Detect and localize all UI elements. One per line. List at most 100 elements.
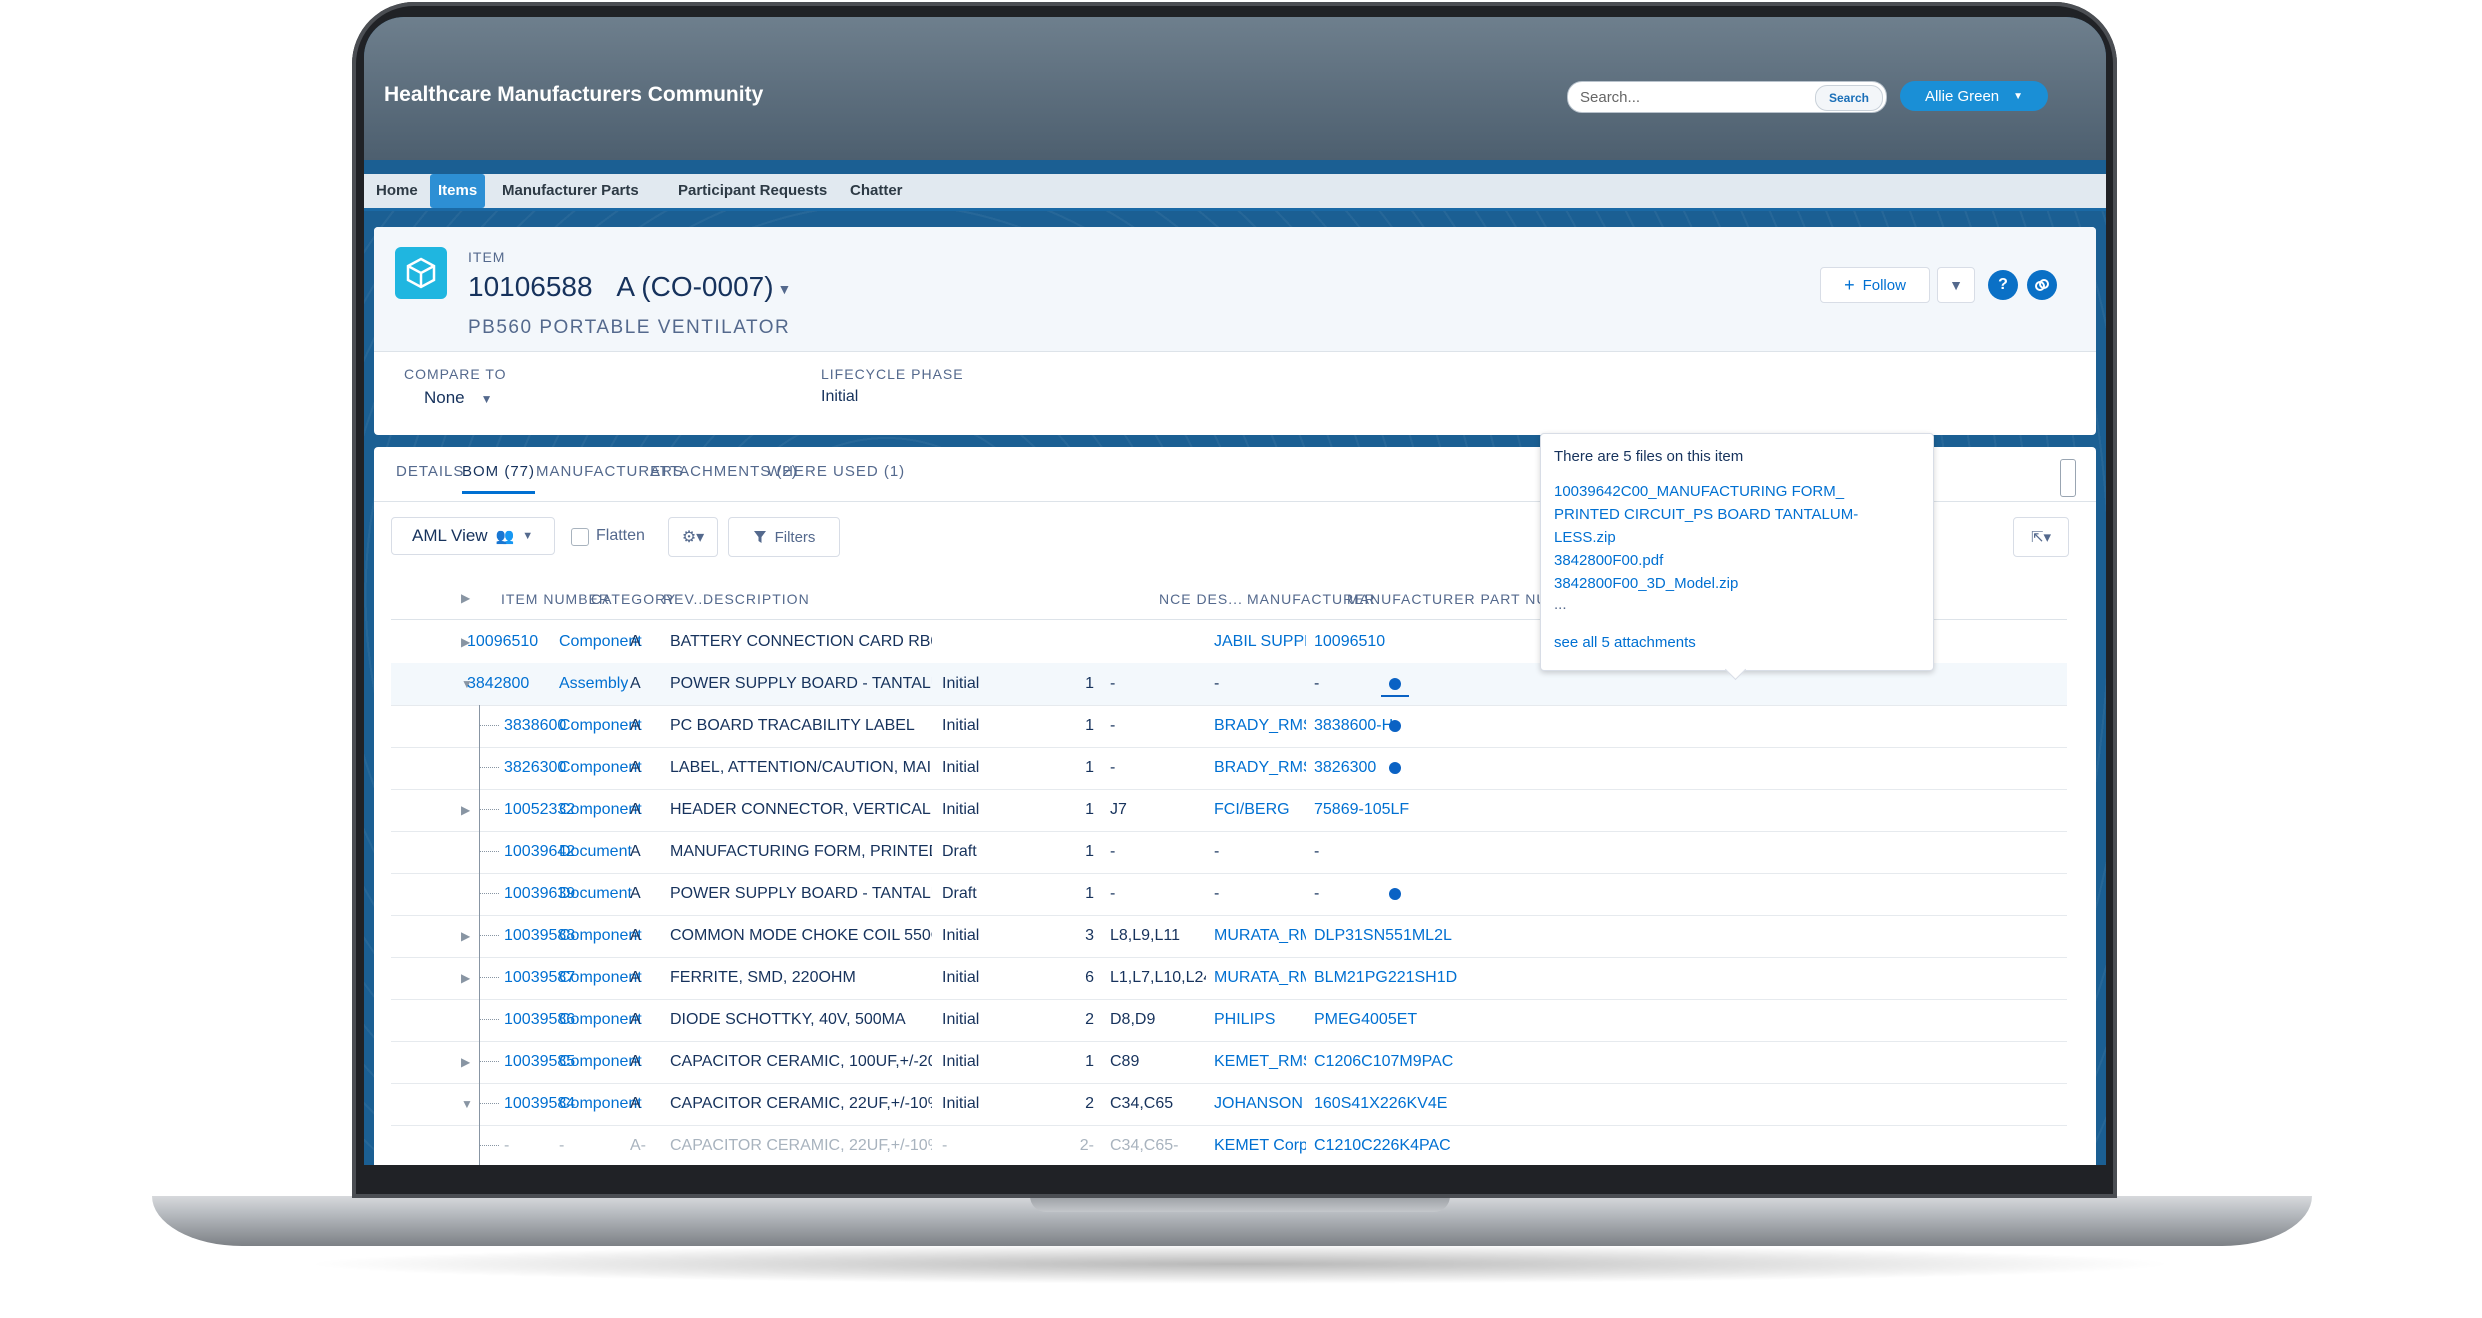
manufacturer-link[interactable]: KEMET Corporati... bbox=[1214, 1137, 1306, 1155]
manufacturer-part-number-link[interactable]: 3838600-H bbox=[1314, 717, 1393, 735]
tree-line bbox=[479, 705, 480, 747]
expand-icon[interactable]: ▶ bbox=[461, 803, 470, 817]
table-row[interactable]: 3838600 Component A PC BOARD TRACABILITY LA… bbox=[391, 705, 2067, 748]
revision-cell: A bbox=[630, 759, 641, 776]
manufacturer-part-number-link[interactable]: C1206C107M9PAC bbox=[1314, 1053, 1453, 1071]
attachment-indicator-icon[interactable] bbox=[1389, 888, 1401, 900]
attachment-link[interactable]: 3842800F00.pdf bbox=[1554, 549, 1884, 572]
item-number-link[interactable]: 3842800 bbox=[467, 675, 529, 693]
manufacturer-link[interactable]: BRADY_RMS1 bbox=[1214, 759, 1306, 777]
search-input[interactable] bbox=[1580, 87, 1800, 107]
table-row[interactable]: ▶ 10039588 Component A COMMON MODE CHOKE COI… bbox=[391, 915, 2067, 958]
description-cell: COMMON MODE CHOKE COIL 550OHM bbox=[670, 927, 932, 944]
search-button[interactable]: Search bbox=[1815, 85, 1883, 111]
reference-designator-cell: - bbox=[1110, 675, 1116, 692]
tree-line bbox=[479, 1041, 480, 1083]
table-row[interactable]: --A-CAPACITOR CERAMIC, 22UF,+/-10%,16V--… bbox=[391, 1125, 2067, 1165]
more-files-ellipsis: ... bbox=[1554, 596, 1567, 613]
attachment-indicator-icon[interactable] bbox=[1389, 720, 1401, 732]
compare-to-label: COMPARE TO bbox=[404, 366, 507, 382]
tree-branch bbox=[479, 1103, 499, 1104]
manufacturer-part-number-link[interactable]: BLM21PG221SH1D bbox=[1314, 969, 1457, 987]
laptop-screen: Healthcare Manufacturers Community Searc… bbox=[364, 17, 2106, 1165]
manufacturer-link[interactable]: FCI/BERG bbox=[1214, 801, 1306, 819]
table-row[interactable]: 3826300 Component A LABEL, ATTENTION/CAUTIO… bbox=[391, 747, 2067, 790]
tab-bom[interactable]: BOM (77) bbox=[462, 463, 536, 494]
column-revision[interactable]: REV... bbox=[663, 591, 708, 607]
sync-button[interactable] bbox=[2027, 270, 2057, 300]
compare-to-select[interactable]: None ▼ bbox=[424, 388, 493, 408]
filters-label: Filters bbox=[774, 528, 816, 546]
table-row[interactable]: ▼ 10039584 Component A CAPACITOR CERAMIC, 22… bbox=[391, 1083, 2067, 1126]
more-actions-button[interactable]: ▼ bbox=[1937, 267, 1975, 303]
attachment-link[interactable]: 3842800F00_3D_Model.zip bbox=[1554, 572, 1884, 595]
manufacturer-part-number-link[interactable]: C1210C226K4PAC bbox=[1314, 1137, 1451, 1155]
gear-icon: ⚙▾ bbox=[681, 529, 705, 546]
manufacturer-part-number-link[interactable]: PMEG4005ET bbox=[1314, 1011, 1417, 1029]
manufacturer-link[interactable]: MURATA_RMS1 bbox=[1214, 927, 1306, 945]
table-row[interactable]: 10039586 Component A DIODE SCHOTTKY, 40V, 5… bbox=[391, 999, 2067, 1042]
flatten-checkbox[interactable] bbox=[571, 528, 589, 546]
manufacturer-part-number-link: - bbox=[1314, 843, 1320, 860]
attachment-indicator-icon[interactable] bbox=[1389, 762, 1401, 774]
item-number-link[interactable]: 3838600 bbox=[504, 717, 566, 735]
expand-icon[interactable]: ▶ bbox=[461, 1055, 470, 1069]
manufacturer-link[interactable]: KEMET_RMS1 bbox=[1214, 1053, 1306, 1071]
column-description[interactable]: DESCRIPTION bbox=[703, 591, 810, 607]
export-button[interactable]: ⇱▾ bbox=[2013, 517, 2069, 557]
category-link[interactable]: Document bbox=[559, 843, 632, 861]
nav-chatter[interactable]: Chatter bbox=[842, 174, 911, 208]
manufacturer-link[interactable]: BRADY_RMS1 bbox=[1214, 717, 1306, 735]
nav-manufacturer-parts[interactable]: Manufacturer Parts bbox=[494, 174, 647, 208]
settings-button[interactable]: ⚙▾ bbox=[668, 517, 718, 557]
cube-icon bbox=[395, 247, 447, 299]
quantity-cell: 1 bbox=[1085, 675, 1094, 692]
see-all-attachments-link[interactable]: see all 5 attachments bbox=[1554, 634, 1696, 651]
nav-participant-requests[interactable]: Participant Requests bbox=[670, 174, 835, 208]
user-menu-button[interactable]: Allie Green ▼ bbox=[1900, 81, 2048, 111]
item-number-link[interactable]: 3826300 bbox=[504, 759, 566, 777]
manufacturer-part-number-link[interactable]: 160S41X226KV4E bbox=[1314, 1095, 1447, 1113]
quantity-cell: 6 bbox=[1085, 969, 1094, 986]
reference-designator-cell: - bbox=[1110, 885, 1116, 902]
help-button[interactable]: ? bbox=[1988, 270, 2018, 300]
follow-button[interactable]: + Follow bbox=[1820, 267, 1930, 303]
revision-selector[interactable]: A (CO-0007) ▼ bbox=[616, 271, 791, 302]
expand-all-icon[interactable]: ▶ bbox=[461, 591, 470, 605]
nav-home[interactable]: Home bbox=[368, 174, 426, 208]
manufacturer-link[interactable]: JABIL SUPPLIER -... bbox=[1214, 633, 1306, 651]
expand-icon[interactable]: ▶ bbox=[461, 929, 470, 943]
tab-details[interactable]: DETAILS bbox=[396, 463, 464, 494]
table-row[interactable]: ▶ 10052332 Component A HEADER CONNECTOR, VER… bbox=[391, 789, 2067, 832]
collapse-icon[interactable]: ▼ bbox=[461, 1097, 473, 1111]
tab-where-used[interactable]: WHERE USED (1) bbox=[767, 463, 905, 494]
table-row[interactable]: ▶ 10039587 Component A FERRITE, SMD, 220OHM I… bbox=[391, 957, 2067, 1000]
manufacturer-link[interactable]: MURATA_RMS1 bbox=[1214, 969, 1306, 987]
aml-view-button[interactable]: AML View 👥 ▼ bbox=[391, 517, 555, 555]
manufacturer-part-number-link[interactable]: 10096510 bbox=[1314, 633, 1385, 651]
manufacturer-link[interactable]: PHILIPS bbox=[1214, 1011, 1306, 1029]
table-row[interactable]: 10039642 Document A MANUFACTURING FORM, PRI… bbox=[391, 831, 2067, 874]
quantity-cell: 2 bbox=[1085, 1095, 1094, 1112]
category-link[interactable]: Document bbox=[559, 885, 632, 903]
category-link[interactable]: Assembly bbox=[559, 675, 628, 693]
item-name: PB560 PORTABLE VENTILATOR bbox=[468, 317, 791, 338]
column-reference-designator[interactable]: NCE DES... bbox=[1159, 591, 1243, 607]
manufacturer-part-number-link[interactable]: 75869-105LF bbox=[1314, 801, 1409, 819]
column-manufacturer-part-number[interactable]: MANUFACTURER PART NU... bbox=[1347, 591, 1562, 607]
manufacturer-part-number-link[interactable]: 3826300 bbox=[1314, 759, 1376, 777]
filters-button[interactable]: Filters bbox=[728, 517, 840, 557]
attachment-link[interactable]: 10039642C00_MANUFACTURING FORM_ PRINTED … bbox=[1554, 480, 1884, 549]
manufacturer-link[interactable]: JOHANSON DIEL... bbox=[1214, 1095, 1306, 1113]
nav-items[interactable]: Items bbox=[430, 174, 486, 208]
quantity-cell: 2 bbox=[1085, 1011, 1094, 1028]
expand-icon[interactable]: ▶ bbox=[461, 971, 470, 985]
manufacturer-part-number-link[interactable]: DLP31SN551ML2L bbox=[1314, 927, 1452, 945]
item-number-link[interactable]: 10096510 bbox=[467, 633, 538, 651]
table-row[interactable]: ▶ 10039585 Component A CAPACITOR CERAMIC, 10… bbox=[391, 1041, 2067, 1084]
scroll-handle[interactable] bbox=[2060, 459, 2076, 497]
follow-label: Follow bbox=[1862, 276, 1906, 294]
search-box: Search bbox=[1567, 81, 1887, 113]
table-row[interactable]: 10039639 Document A POWER SUPPLY BOARD - TA… bbox=[391, 873, 2067, 916]
attachment-indicator-icon[interactable] bbox=[1389, 678, 1401, 690]
